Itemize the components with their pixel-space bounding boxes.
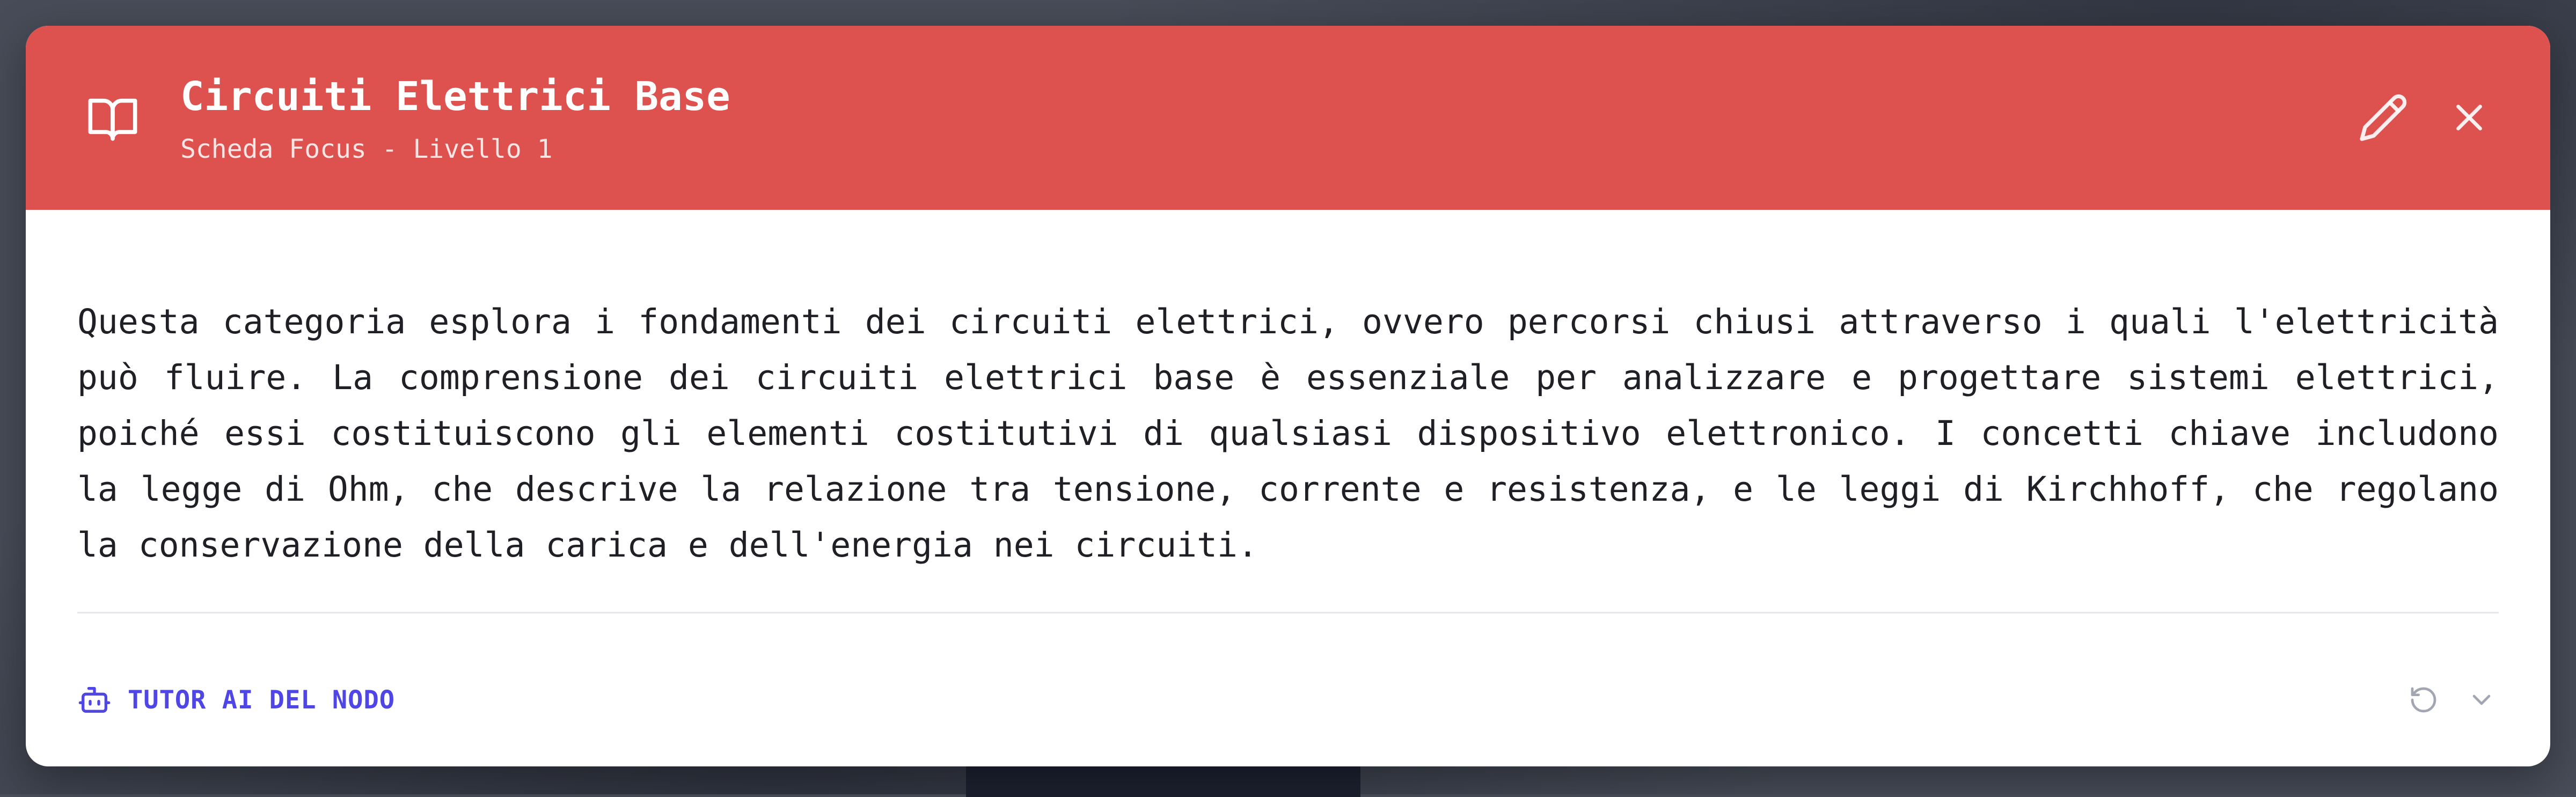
modal-title: Circuiti Elettrici Base: [180, 74, 730, 120]
pencil-icon: [2360, 94, 2407, 141]
expand-button[interactable]: [2455, 673, 2508, 727]
book-open-icon: [88, 98, 137, 141]
background-element: [966, 765, 1360, 797]
close-button[interactable]: [2440, 88, 2499, 147]
refresh-icon: [2411, 687, 2436, 713]
robot-icon: [78, 687, 111, 713]
tutor-ai-label: TUTOR AI DEL NODO: [128, 685, 396, 715]
modal-subtitle: Scheda Focus - Livello 1: [180, 134, 553, 164]
tutor-ai-toggle[interactable]: TUTOR AI DEL NODO: [77, 678, 395, 721]
edit-button[interactable]: [2354, 88, 2413, 147]
chevron-down-icon: [2472, 694, 2491, 705]
close-icon: [2456, 105, 2482, 130]
modal-header: Circuiti Elettrici Base Scheda Focus - L…: [26, 26, 2550, 210]
focus-card-modal: Circuiti Elettrici Base Scheda Focus - L…: [26, 26, 2550, 766]
refresh-button[interactable]: [2397, 673, 2450, 727]
divider: [77, 612, 2499, 613]
category-description: Questa categoria esplora i fondamenti de…: [77, 302, 2499, 565]
